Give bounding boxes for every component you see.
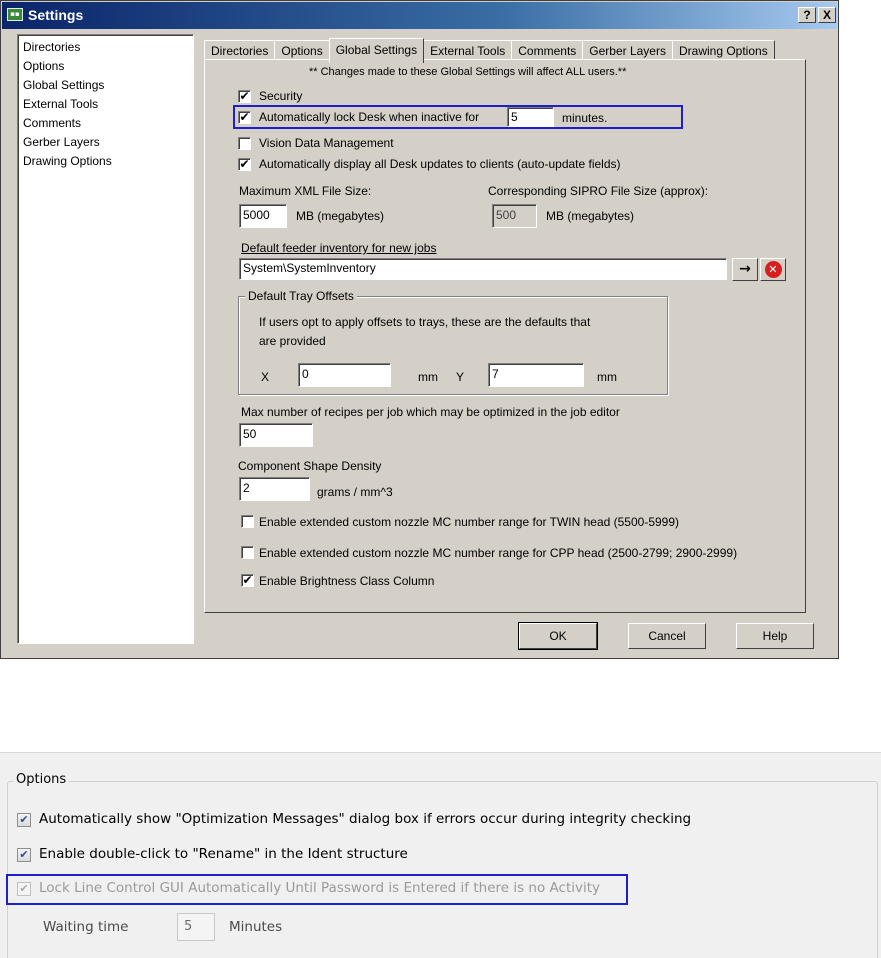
tray-offsets-title: Default Tray Offsets <box>245 289 357 303</box>
tray-y-unit: mm <box>597 370 617 384</box>
check-icon: ✔ <box>19 882 29 895</box>
rename-checkbox[interactable]: ✔ <box>17 848 31 862</box>
close-title-button[interactable]: X <box>818 7 836 23</box>
sipro-size-field: 500 <box>492 204 537 228</box>
check-icon: ✔ <box>239 110 250 124</box>
waiting-time-unit: Minutes <box>229 919 283 935</box>
security-checkbox[interactable]: ✔ <box>238 90 251 103</box>
tray-y-input[interactable]: 7 <box>488 363 584 387</box>
tab-directories[interactable]: Directories <box>204 40 276 61</box>
tab-strip: Directories Options Global Settings Exte… <box>204 37 775 63</box>
app-icon: ▪▪ <box>7 8 23 21</box>
feeder-go-button[interactable]: → <box>732 258 758 281</box>
options-title: Options <box>13 772 70 787</box>
max-recipes-label: Max number of recipes per job which may … <box>241 405 620 419</box>
tray-y-label: Y <box>456 370 465 384</box>
vision-data-checkbox[interactable] <box>238 137 251 150</box>
rename-label: Enable double-click to "Rename" in the I… <box>39 846 408 862</box>
feeder-inventory-input[interactable]: System\SystemInventory <box>239 258 727 280</box>
twin-head-checkbox[interactable] <box>241 515 254 528</box>
waiting-time-input: 5 <box>177 913 215 941</box>
auto-lock-unit: minutes. <box>562 111 608 125</box>
check-icon: ✔ <box>239 157 250 171</box>
nav-item-drawing-options[interactable]: Drawing Options <box>23 152 188 171</box>
check-icon: ✔ <box>19 848 29 861</box>
feeder-label: Default feeder inventory for new jobs <box>241 241 437 255</box>
max-xml-unit: MB (megabytes) <box>296 209 385 223</box>
waiting-time-label: Waiting time <box>43 919 129 935</box>
tray-offsets-desc-line2: are provided <box>259 334 326 348</box>
title-bar[interactable]: ▪▪ Settings ? X <box>2 2 837 29</box>
optimization-messages-checkbox[interactable]: ✔ <box>17 813 31 827</box>
tab-comments[interactable]: Comments <box>511 40 584 61</box>
auto-lock-label: Automatically lock Desk when inactive fo… <box>259 110 480 124</box>
arrow-right-icon: → <box>739 261 751 277</box>
settings-nav-list: Directories Options Global Settings Exte… <box>17 34 194 644</box>
max-xml-label: Maximum XML File Size: <box>239 184 372 198</box>
nav-item-global-settings[interactable]: Global Settings <box>23 76 188 95</box>
nav-item-directories[interactable]: Directories <box>23 38 188 57</box>
max-recipes-input[interactable]: 50 <box>239 423 313 447</box>
shape-density-input[interactable]: 2 <box>239 477 310 501</box>
tray-x-label: X <box>261 370 270 384</box>
feeder-clear-button[interactable]: ✕ <box>760 258 786 281</box>
auto-lock-checkbox[interactable]: ✔ <box>238 111 251 124</box>
tab-options[interactable]: Options <box>274 40 330 61</box>
tab-external-tools[interactable]: External Tools <box>423 40 513 61</box>
options-group <box>7 781 878 958</box>
brightness-checkbox[interactable]: ✔ <box>241 574 254 587</box>
sipro-unit: MB (megabytes) <box>546 209 635 223</box>
ok-button[interactable]: OK <box>518 622 598 650</box>
tray-offsets-desc-line1: If users opt to apply offsets to trays, … <box>259 315 591 329</box>
lock-gui-label: Lock Line Control GUI Automatically Unti… <box>39 880 601 896</box>
cpp-head-checkbox[interactable] <box>241 546 254 559</box>
cpp-head-label: Enable extended custom nozzle MC number … <box>259 546 738 560</box>
auto-display-checkbox[interactable]: ✔ <box>238 158 251 171</box>
tray-x-unit: mm <box>418 370 438 384</box>
delete-icon: ✕ <box>764 261 782 278</box>
nav-item-gerber-layers[interactable]: Gerber Layers <box>23 133 188 152</box>
max-xml-input[interactable]: 5000 <box>239 204 287 228</box>
shape-density-label: Component Shape Density <box>238 459 382 473</box>
security-label: Security <box>259 89 303 103</box>
lock-gui-checkbox: ✔ <box>17 882 31 896</box>
vision-data-label: Vision Data Management <box>259 136 394 150</box>
tab-global-settings[interactable]: Global Settings <box>328 38 425 63</box>
auto-lock-minutes-input[interactable]: 5 <box>507 107 554 127</box>
brightness-label: Enable Brightness Class Column <box>259 574 435 588</box>
options-panel: Options ✔ Automatically show "Optimizati… <box>0 752 881 958</box>
global-notice: ** Changes made to these Global Settings… <box>309 66 627 78</box>
window-title: Settings <box>28 7 84 23</box>
auto-display-label: Automatically display all Desk updates t… <box>259 157 621 171</box>
twin-head-label: Enable extended custom nozzle MC number … <box>259 515 680 529</box>
tab-gerber-layers[interactable]: Gerber Layers <box>582 40 673 61</box>
nav-item-options[interactable]: Options <box>23 57 188 76</box>
check-icon: ✔ <box>239 89 250 103</box>
optimization-messages-label: Automatically show "Optimization Message… <box>39 811 692 827</box>
settings-window: ▪▪ Settings ? X Directories Options Glob… <box>0 0 839 659</box>
sipro-label: Corresponding SIPRO File Size (approx): <box>488 184 709 198</box>
check-icon: ✔ <box>19 813 29 826</box>
nav-item-comments[interactable]: Comments <box>23 114 188 133</box>
global-settings-panel: ** Changes made to these Global Settings… <box>204 59 806 613</box>
tray-x-input[interactable]: 0 <box>298 363 391 387</box>
check-icon: ✔ <box>242 573 253 587</box>
nav-item-external-tools[interactable]: External Tools <box>23 95 188 114</box>
help-title-button[interactable]: ? <box>798 7 816 23</box>
tab-drawing-options[interactable]: Drawing Options <box>671 40 775 61</box>
help-button[interactable]: Help <box>736 623 814 649</box>
shape-density-unit: grams / mm^3 <box>317 485 393 499</box>
cancel-button[interactable]: Cancel <box>628 623 706 649</box>
